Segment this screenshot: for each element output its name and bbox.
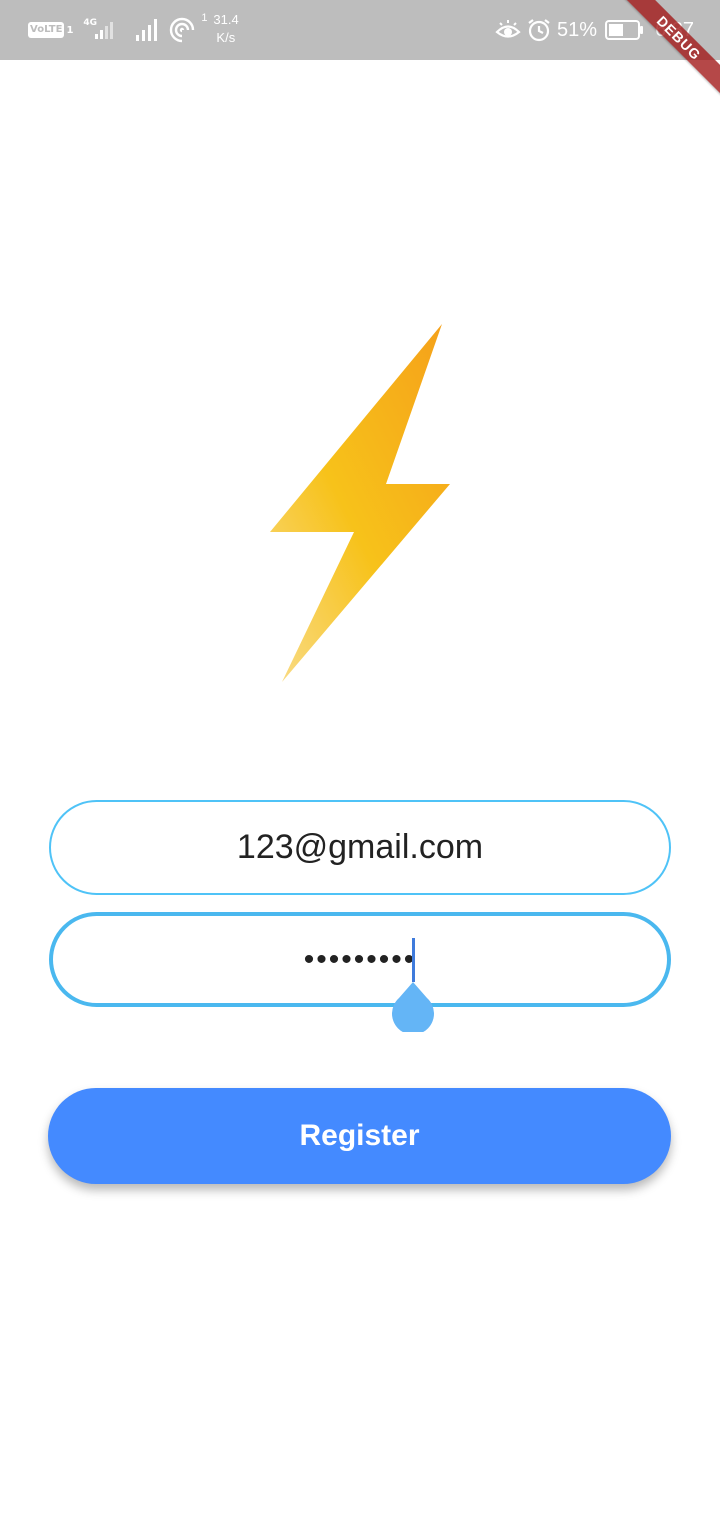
status-bar-left: VoLTE 1 4G 1 31.4 K/s bbox=[28, 12, 251, 48]
hotspot-icon bbox=[170, 17, 196, 43]
network-speed-sup: 1 bbox=[201, 12, 208, 24]
password-field[interactable] bbox=[49, 912, 671, 1007]
sim1-signal: 4G bbox=[81, 16, 117, 44]
text-caret bbox=[412, 938, 415, 982]
eye-comfort-icon bbox=[495, 20, 521, 38]
status-bar: VoLTE 1 4G 1 31.4 K/s 51% bbox=[0, 0, 720, 60]
alarm-icon bbox=[528, 19, 550, 42]
lightning-bolt-icon bbox=[270, 324, 450, 682]
network-speed-unit: K/s bbox=[216, 30, 236, 45]
signal-strength-icon bbox=[136, 19, 158, 41]
volte-badge: VoLTE bbox=[28, 22, 65, 38]
register-screen: VoLTE 1 4G 1 31.4 K/s 51% DEBUG 123@gmai… bbox=[0, 0, 720, 1520]
cursor-handle-icon[interactable] bbox=[391, 980, 435, 1032]
email-input[interactable] bbox=[51, 802, 669, 893]
sim1-signal-icon bbox=[95, 22, 114, 39]
network-speed-value: 31.4 bbox=[213, 12, 239, 27]
password-input[interactable] bbox=[53, 916, 667, 1003]
network-speed: 1 31.4 K/s bbox=[201, 12, 251, 48]
battery-icon bbox=[605, 20, 644, 40]
register-button[interactable]: Register bbox=[48, 1088, 671, 1184]
battery-percent: 51% bbox=[557, 18, 598, 41]
email-field[interactable] bbox=[49, 800, 671, 895]
volte-sim-number: 1 bbox=[66, 24, 74, 36]
